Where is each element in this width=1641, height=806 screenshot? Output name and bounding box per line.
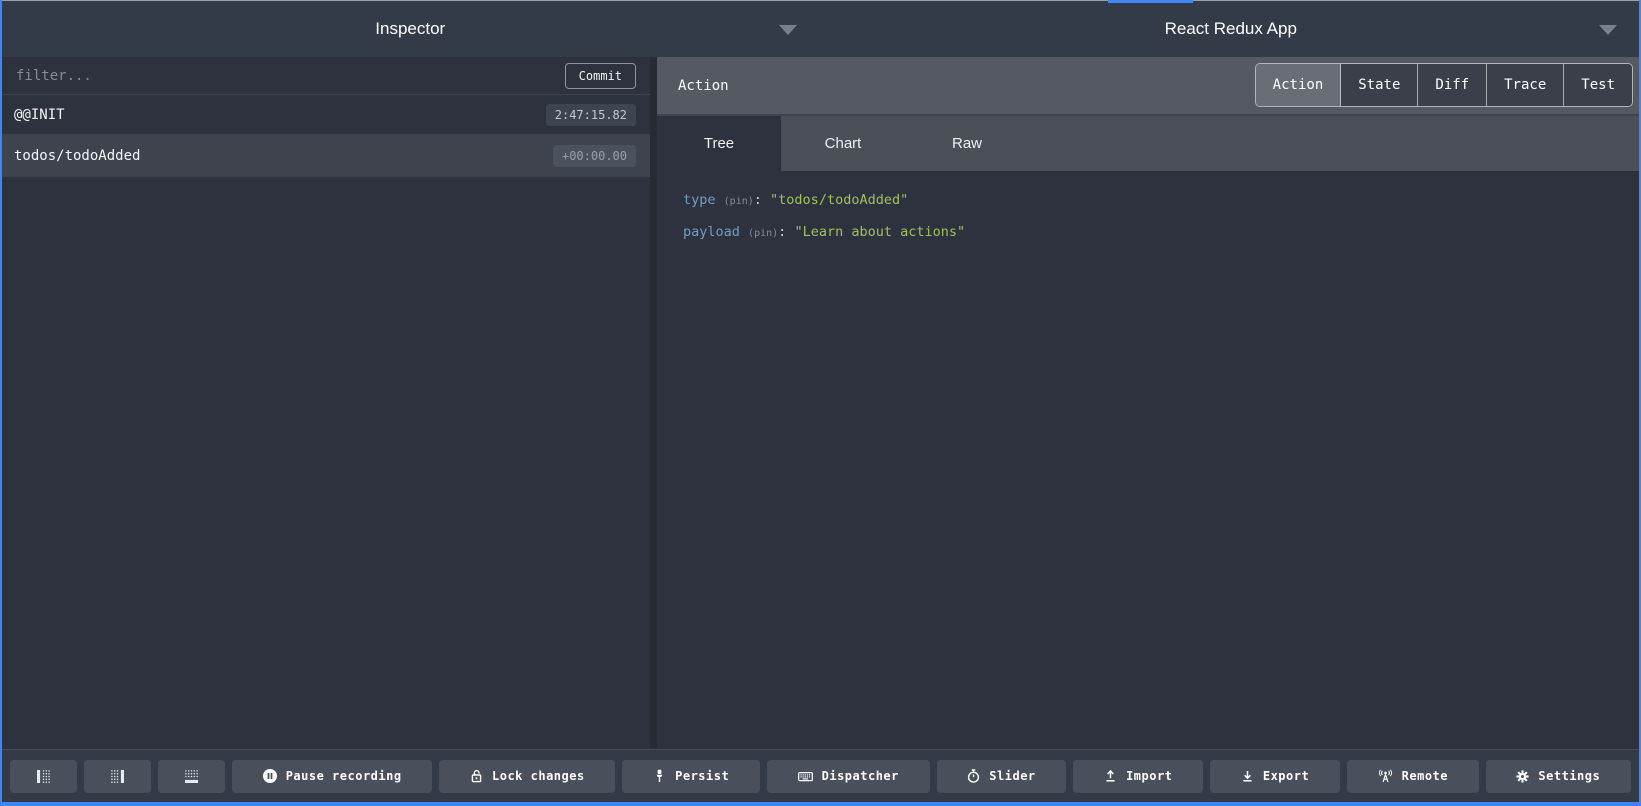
pause-recording-button[interactable]: Pause recording [232,760,432,793]
action-log-panel: Commit @@INIT 2:47:15.82 todos/todoAdded +0… [0,57,650,748]
action-list: @@INIT 2:47:15.82 todos/todoAdded +00:00.00 [0,95,650,177]
subtab-chart[interactable]: Chart [781,116,905,171]
toolbar-button-label: Export [1263,769,1309,783]
tree-node-value: "todos/todoAdded" [770,192,908,208]
toolbar-button-label: Slider [989,769,1035,783]
tree-node[interactable]: type (pin): "todos/todoAdded" [683,185,1641,217]
dock-bottom-icon [185,770,198,783]
dock-left-icon [37,770,50,783]
action-name: todos/todoAdded [14,148,140,164]
tree-node-value: "Learn about actions" [794,224,965,240]
tab-test[interactable]: Test [1564,64,1632,106]
tree-node-pin[interactable]: (pin) [748,228,778,239]
monitor-selector[interactable]: Inspector [0,1,821,57]
toolbar-button-label: Lock changes [492,769,585,783]
window-top-border [0,0,1641,1]
tree-node[interactable]: payload (pin): "Learn about actions" [683,217,1641,249]
subtab-raw[interactable]: Raw [905,116,1029,171]
tab-state[interactable]: State [1341,64,1418,106]
redux-devtools-window: { "header": { "left_title": "Inspector",… [0,0,1641,806]
chevron-down-icon [1599,25,1617,35]
layout-dock-right-button[interactable] [84,760,151,793]
toolbar-button-label: Import [1126,769,1172,783]
import-button[interactable]: Import [1073,760,1203,793]
tree-node-key: payload [683,224,740,240]
action-list-item[interactable]: @@INIT 2:47:15.82 [0,95,650,135]
toolbar-button-label: Pause recording [286,769,402,783]
remote-icon [1378,769,1393,783]
settings-icon [1516,770,1529,783]
action-timestamp: 2:47:15.82 [546,104,636,126]
filter-row: Commit [0,57,650,95]
tab-trace[interactable]: Trace [1487,64,1564,106]
remote-button[interactable]: Remote [1347,760,1479,793]
detail-header-title: Action [678,78,729,94]
instance-selector-title: React Redux App [1165,19,1297,39]
slider-button[interactable]: Slider [937,760,1067,793]
settings-button[interactable]: Settings [1486,760,1631,793]
tree-node-pin[interactable]: (pin) [724,196,754,207]
toolbar-button-label: Settings [1538,769,1600,783]
lock-changes-button[interactable]: Lock changes [439,760,615,793]
tree-node-key: type [683,192,716,208]
detail-tab-group: ActionStateDiffTraceTest [1255,63,1633,107]
monitor-selector-title: Inspector [375,19,445,39]
toolbar-button-label: Remote [1402,769,1448,783]
action-timestamp: +00:00.00 [553,145,636,167]
window-left-border [0,0,2,806]
tab-action[interactable]: Action [1256,64,1342,106]
tab-diff[interactable]: Diff [1418,64,1487,106]
detail-header: Action ActionStateDiffTraceTest [657,57,1641,114]
dock-right-icon [111,770,124,783]
commit-button[interactable]: Commit [565,63,636,89]
action-name: @@INIT [14,107,65,123]
inspector-detail-panel: Action ActionStateDiffTraceTest TreeChar… [657,57,1641,748]
export-icon [1241,769,1254,783]
tree-node-colon: : [778,224,786,240]
dispatcher-button[interactable]: Dispatcher [767,760,930,793]
view-mode-tabs: TreeChartRaw [657,114,1641,171]
bottom-toolbar: Pause recording Lock changes Persist Dispat… [0,749,1641,802]
toolbar-button-label: Persist [675,769,729,783]
top-header: Inspector React Redux App [0,1,1641,57]
tree-node-colon: : [754,192,762,208]
lock-icon [470,769,483,783]
layout-dock-left-button[interactable] [10,760,77,793]
top-blue-indicator [1108,0,1193,3]
subtab-tree[interactable]: Tree [657,116,781,171]
filter-input[interactable] [14,67,565,85]
pin-icon [653,769,666,783]
layout-dock-bottom-button[interactable] [158,760,225,793]
stopwatch-icon [967,769,980,783]
action-list-item[interactable]: todos/todoAdded +00:00.00 [0,135,650,177]
keyboard-icon [798,770,813,783]
pause-icon [263,769,277,783]
window-bottom-border [0,802,1641,806]
main-area: Commit @@INIT 2:47:15.82 todos/todoAdded +0… [0,57,1641,748]
panel-resize-handle[interactable] [650,57,657,748]
import-icon [1104,769,1117,783]
export-button[interactable]: Export [1210,760,1340,793]
action-tree-view: type (pin): "todos/todoAdded"payload (pi… [657,171,1641,748]
toolbar-button-label: Dispatcher [822,769,899,783]
instance-selector[interactable]: React Redux App [821,1,1641,57]
chevron-down-icon [779,25,797,35]
persist-button[interactable]: Persist [622,760,760,793]
